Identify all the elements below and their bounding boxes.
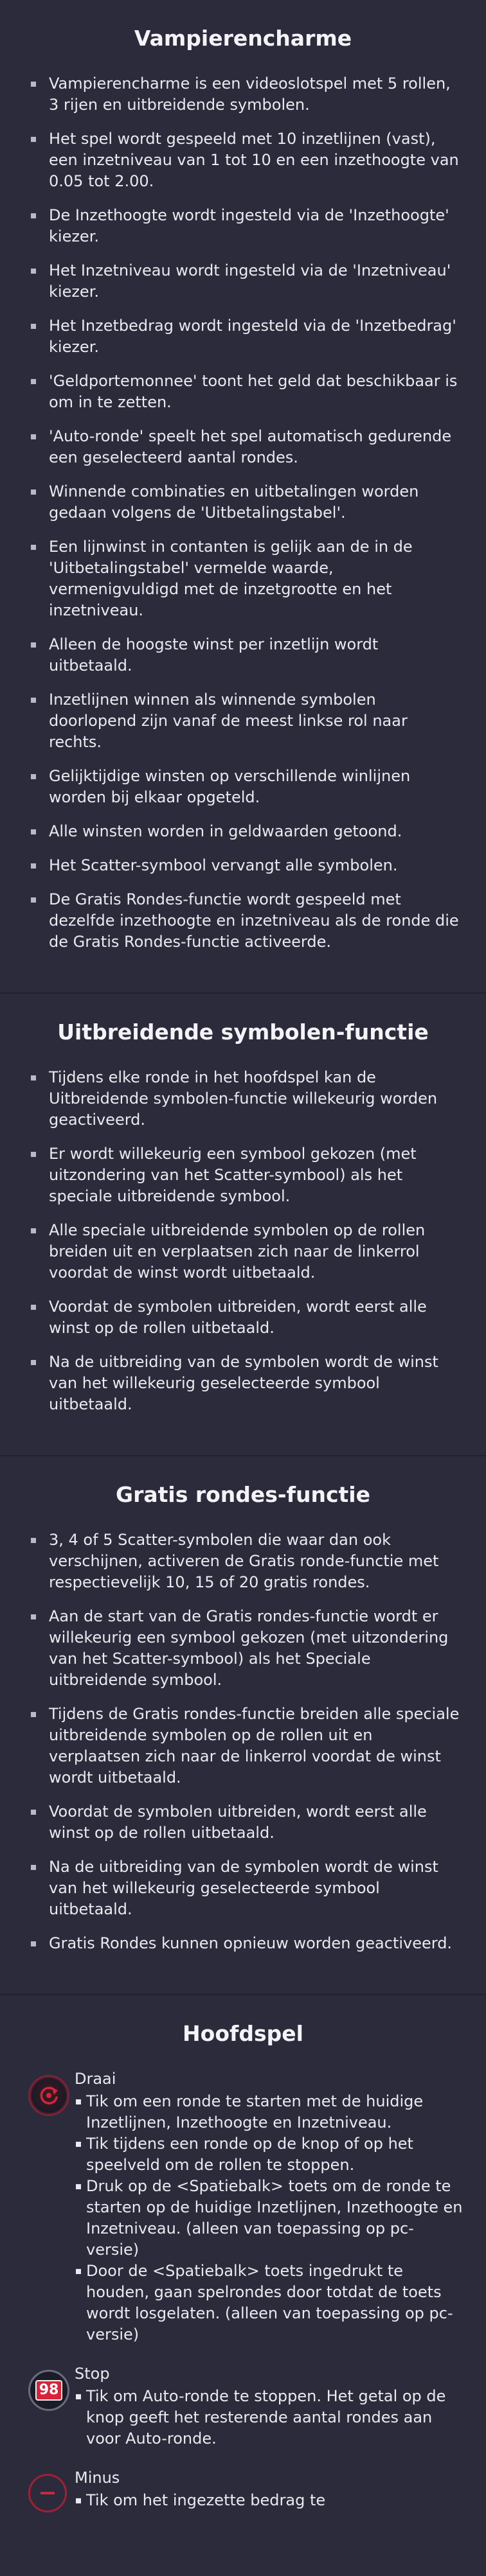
rule-item: Voordat de symbolen uitbreiden, wordt ee… xyxy=(23,1801,463,1844)
rule-item: Een lijnwinst in contanten is gelijk aan… xyxy=(23,536,463,621)
rule-item: Alle winsten worden in geldwaarden getoo… xyxy=(23,821,463,842)
rule-item: Het Inzetniveau wordt ingesteld via de '… xyxy=(23,260,463,303)
control-description-list: Tik om het ingezette bedrag te xyxy=(75,2490,463,2511)
rule-item: 3, 4 of 5 Scatter-symbolen die waar dan … xyxy=(23,1530,463,1593)
rule-item: Gratis Rondes kunnen opnieuw worden geac… xyxy=(23,1933,463,1954)
rule-item: Voordat de symbolen uitbreiden, wordt ee… xyxy=(23,1296,463,1339)
rules-list: 3, 4 of 5 Scatter-symbolen die waar dan … xyxy=(23,1530,463,1954)
control-name: Draai xyxy=(75,2070,116,2088)
rule-item: 'Auto-ronde' speelt het spel automatisch… xyxy=(23,426,463,468)
rules-list: Vampierencharme is een videoslotspel met… xyxy=(23,73,463,953)
autoplay-count: 98 xyxy=(35,2380,63,2401)
section-gratis-rondes: Gratis rondes-functie 3, 4 of 5 Scatter-… xyxy=(0,1455,486,1994)
rule-item: Tijdens de Gratis rondes-functie breiden… xyxy=(23,1704,463,1788)
stop-icon: 98 xyxy=(28,2370,69,2411)
section-uitbreidende-symbolen: Uitbreidende symbolen-functie Tijdens el… xyxy=(0,992,486,1455)
rule-item: Alle speciale uitbreidende symbolen op d… xyxy=(23,1220,463,1284)
section-hoofdspel: Hoofdspel Draai Tik om een ronde te star… xyxy=(0,1994,486,2557)
control-description: Tik om een ronde te starten met de huidi… xyxy=(75,2091,463,2133)
section-title: Vampierencharme xyxy=(134,26,352,51)
section-vampierencharme: Vampierencharme Vampierencharme is een v… xyxy=(0,0,486,992)
control-minus: Minus Tik om het ingezette bedrag te xyxy=(23,2467,463,2512)
spin-icon xyxy=(28,2075,69,2116)
control-description: Tik om Auto-ronde te stoppen. Het getal … xyxy=(75,2386,463,2449)
rule-item: Het Inzetbedrag wordt ingesteld via de '… xyxy=(23,315,463,358)
control-description: Door de <Spatiebalk> toets ingedrukt te … xyxy=(75,2261,463,2345)
rules-list: Tijdens elke ronde in het hoofdspel kan … xyxy=(23,1067,463,1415)
rule-item: Het Scatter-symbool vervangt alle symbol… xyxy=(23,855,463,876)
control-description-list: Tik om Auto-ronde te stoppen. Het getal … xyxy=(75,2386,463,2449)
section-title: Uitbreidende symbolen-functie xyxy=(57,1019,429,1045)
rule-item: Gelijktijdige winsten op verschillende w… xyxy=(23,766,463,808)
rule-item: Aan de start van de Gratis rondes-functi… xyxy=(23,1606,463,1691)
rule-item: Het spel wordt gespeeld met 10 inzetlijn… xyxy=(23,128,463,192)
control-description: Tik om het ingezette bedrag te xyxy=(75,2490,463,2511)
section-title: Gratis rondes-functie xyxy=(116,1482,370,1507)
rule-item: Inzetlijnen winnen als winnende symbolen… xyxy=(23,689,463,753)
rule-item: De Gratis Rondes-functie wordt gespeeld … xyxy=(23,889,463,953)
control-name: Minus xyxy=(75,2469,120,2487)
rule-item: Alleen de hoogste winst per inzetlijn wo… xyxy=(23,634,463,676)
control-description: Druk op de <Spatiebalk> toets om de rond… xyxy=(75,2176,463,2261)
rule-item: Na de uitbreiding van de symbolen wordt … xyxy=(23,1352,463,1415)
rule-item: Tijdens elke ronde in het hoofdspel kan … xyxy=(23,1067,463,1131)
rule-item: Er wordt willekeurig een symbool gekozen… xyxy=(23,1143,463,1207)
control-name: Stop xyxy=(75,2365,110,2383)
rule-item: Na de uitbreiding van de symbolen wordt … xyxy=(23,1857,463,1920)
rule-item: Vampierencharme is een videoslotspel met… xyxy=(23,73,463,116)
control-description: Tik tijdens een ronde op de knop of op h… xyxy=(75,2133,463,2176)
rule-item: De Inzethoogte wordt ingesteld via de 'I… xyxy=(23,205,463,247)
control-draai: Draai Tik om een ronde te starten met de… xyxy=(23,2069,463,2345)
rule-item: 'Geldportemonnee' toont het geld dat bes… xyxy=(23,371,463,413)
control-stop: 98 Stop Tik om Auto-ronde te stoppen. He… xyxy=(23,2363,463,2449)
section-title: Hoofdspel xyxy=(183,2021,303,2046)
minus-icon xyxy=(28,2474,67,2512)
rule-item: Winnende combinaties en uitbetalingen wo… xyxy=(23,481,463,524)
control-description-list: Tik om een ronde te starten met de huidi… xyxy=(75,2091,463,2345)
